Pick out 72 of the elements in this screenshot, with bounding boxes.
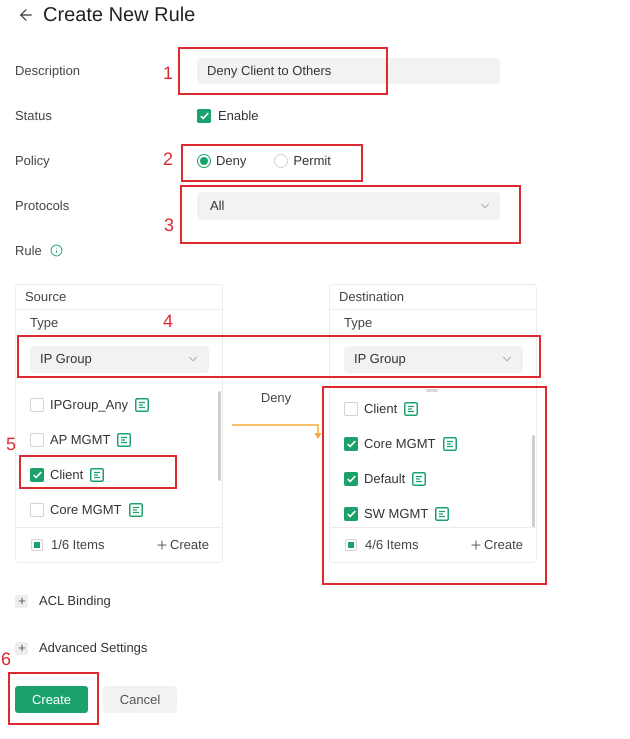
- list-icon[interactable]: [117, 433, 132, 448]
- protocols-dropdown[interactable]: All: [197, 192, 500, 220]
- field-label: Status: [15, 106, 52, 125]
- radio-label: Permit: [293, 152, 331, 170]
- radio-button[interactable]: [197, 154, 211, 168]
- plus-icon: [154, 538, 169, 552]
- field-label: Description: [15, 62, 80, 80]
- plus-icon: [16, 596, 26, 606]
- type-dropdown[interactable]: IP Group: [30, 346, 209, 373]
- callout-number: 4: [163, 310, 174, 332]
- checkbox[interactable]: [344, 402, 358, 416]
- description-field[interactable]: Deny Client to Others: [197, 58, 500, 84]
- callout-number: 1: [163, 62, 174, 84]
- list-icon[interactable]: [412, 472, 426, 486]
- list-icon[interactable]: [135, 398, 150, 412]
- checkbox[interactable]: [30, 503, 44, 518]
- field-label: Rule: [15, 242, 42, 260]
- check-icon: [200, 112, 208, 120]
- create-link[interactable]: Create: [154, 535, 209, 555]
- check-icon: [346, 475, 356, 484]
- list-icon[interactable]: [404, 402, 418, 416]
- check-icon: [32, 471, 42, 480]
- checkbox[interactable]: [344, 507, 358, 522]
- section-title[interactable]: Advanced Settings: [39, 638, 148, 658]
- radio-label: Deny: [216, 152, 246, 170]
- select-all-checkbox[interactable]: [31, 539, 43, 552]
- callout-number: 6: [1, 648, 12, 670]
- group-label: Client: [364, 400, 398, 418]
- group-label: Core MGMT: [364, 435, 436, 454]
- callout-number: 3: [164, 214, 174, 236]
- checkbox[interactable]: [197, 108, 211, 122]
- list-icon[interactable]: [90, 468, 104, 482]
- list-icon[interactable]: [442, 437, 456, 452]
- panel-title: Destination: [339, 288, 404, 306]
- scroll-handle: [426, 388, 438, 392]
- expand-button[interactable]: [15, 642, 28, 654]
- list-icon[interactable]: [128, 503, 142, 518]
- check-icon: [346, 510, 356, 518]
- connector-label: Deny: [260, 390, 292, 406]
- select-all-checkbox[interactable]: [345, 539, 357, 552]
- section-title[interactable]: ACL Binding: [39, 591, 111, 611]
- checkbox[interactable]: [30, 468, 44, 482]
- checkbox-label: Enable: [218, 106, 258, 125]
- plus-icon: [16, 643, 26, 653]
- page-title: Create New Rule: [43, 3, 196, 28]
- field-label: Policy: [15, 152, 50, 170]
- create-link[interactable]: Create: [468, 535, 523, 555]
- field-label: Protocols: [15, 196, 70, 215]
- list-icon[interactable]: [435, 507, 450, 522]
- checkbox[interactable]: [30, 433, 44, 448]
- plus-icon: [468, 538, 483, 552]
- cancel-button[interactable]: Cancel: [103, 686, 177, 713]
- group-label: Default: [364, 470, 406, 488]
- type-label: Type: [30, 314, 58, 332]
- item-count: 4/6 Items: [365, 536, 418, 554]
- checkbox[interactable]: [344, 472, 358, 486]
- info-icon[interactable]: [50, 244, 63, 257]
- checkbox[interactable]: [344, 437, 358, 452]
- group-label: SW MGMT: [364, 505, 428, 524]
- callout-number: 5: [6, 433, 16, 455]
- check-icon: [346, 440, 356, 448]
- type-label: Type: [344, 314, 372, 332]
- panel-title: Source: [25, 288, 66, 306]
- callout-number: 2: [163, 148, 174, 170]
- group-label: Client: [50, 466, 84, 484]
- expand-button[interactable]: [15, 594, 28, 608]
- group-label: Core MGMT: [50, 501, 122, 520]
- group-label: AP MGMT: [50, 431, 110, 450]
- group-label: IPGroup_Any: [50, 396, 128, 414]
- checkbox[interactable]: [30, 398, 44, 412]
- item-count: 1/6 Items: [51, 536, 104, 554]
- type-dropdown[interactable]: IP Group: [344, 346, 523, 373]
